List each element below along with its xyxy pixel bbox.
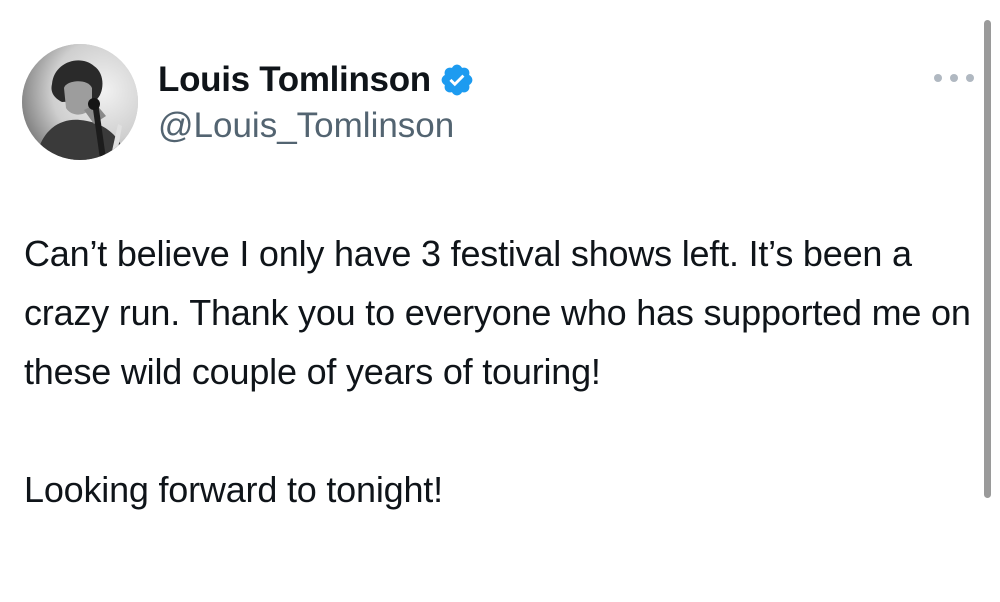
tweet-paragraph: Can’t believe I only have 3 festival sho… bbox=[24, 233, 971, 392]
verified-badge-icon bbox=[439, 62, 475, 98]
author-name-row: Louis Tomlinson bbox=[158, 58, 475, 102]
more-horizontal-icon bbox=[966, 74, 974, 82]
tweet-paragraph: Looking forward to tonight! bbox=[24, 469, 443, 510]
avatar[interactable] bbox=[22, 44, 138, 160]
avatar-photo bbox=[22, 44, 138, 160]
author-name[interactable]: Louis Tomlinson bbox=[158, 60, 431, 100]
tweet-text: Can’t believe I only have 3 festival sho… bbox=[24, 224, 974, 519]
author-handle[interactable]: @Louis_Tomlinson bbox=[158, 106, 454, 146]
scrollbar[interactable] bbox=[984, 20, 991, 498]
more-horizontal-icon bbox=[950, 74, 958, 82]
more-options-button[interactable] bbox=[934, 66, 974, 90]
more-horizontal-icon bbox=[934, 74, 942, 82]
tweet: Louis Tomlinson @Louis_Tomlinson Can’t b… bbox=[0, 0, 1000, 602]
